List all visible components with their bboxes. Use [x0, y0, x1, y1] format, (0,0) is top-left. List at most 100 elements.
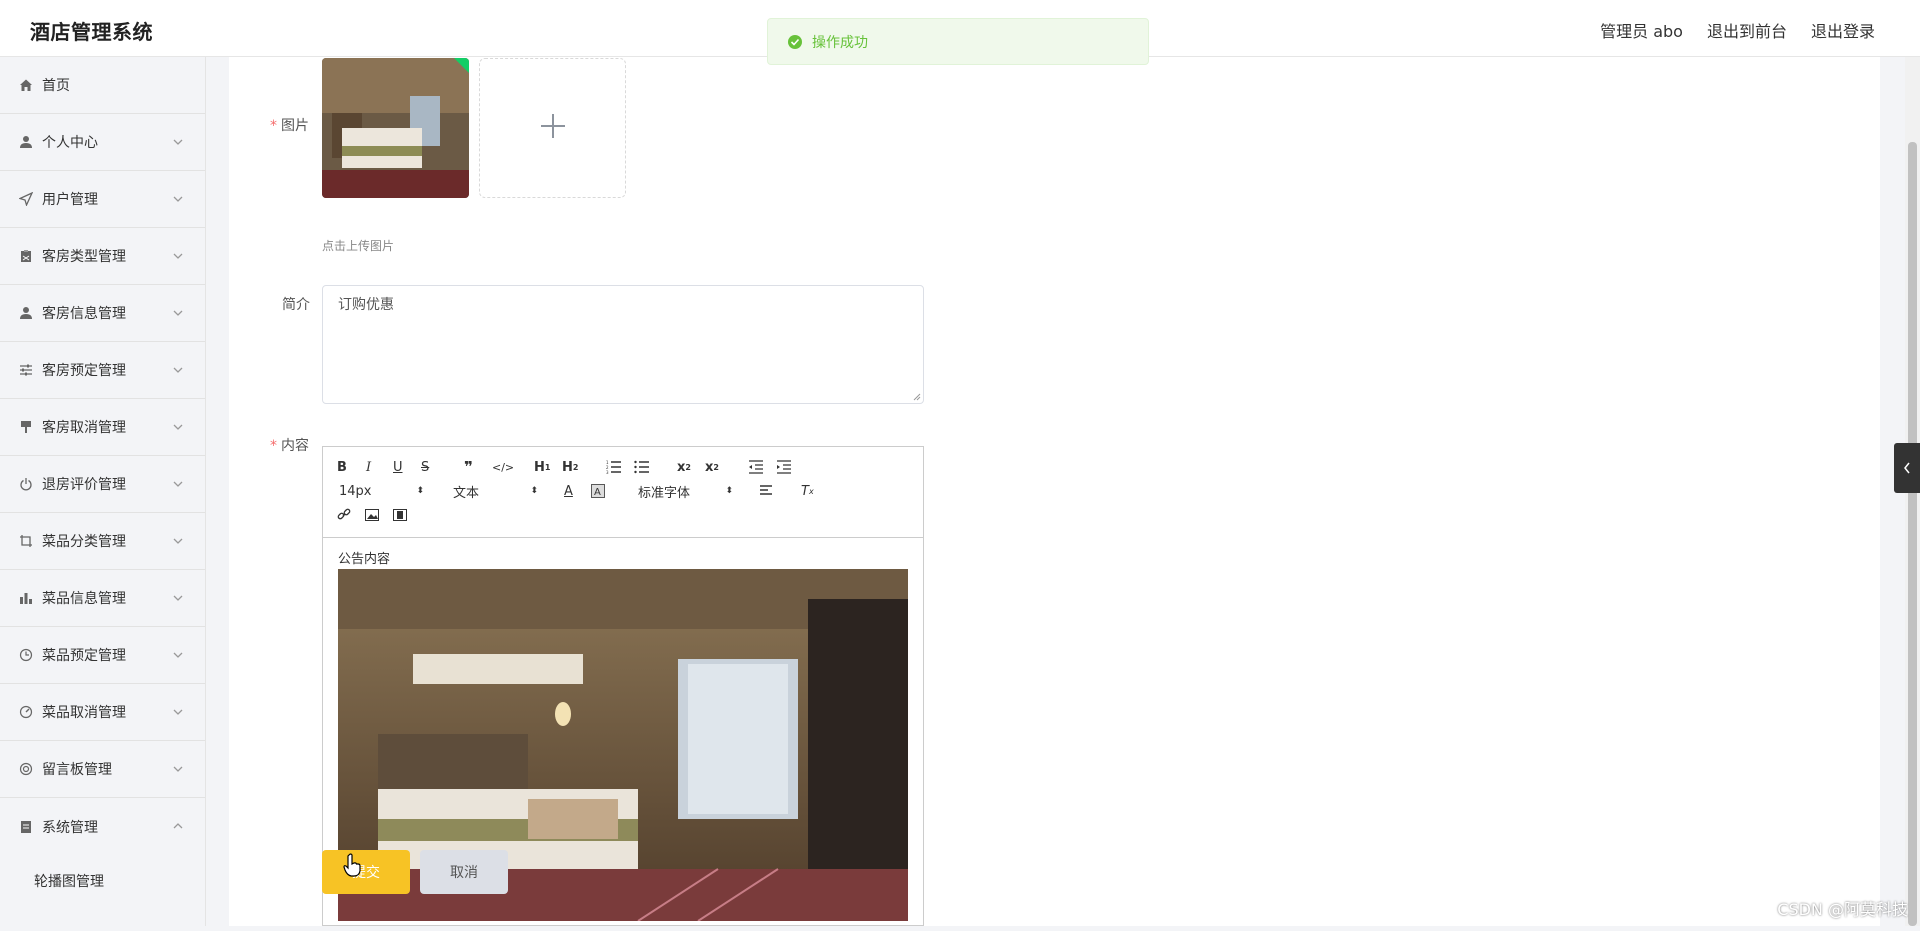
- document-icon: [18, 819, 34, 835]
- heading2-icon[interactable]: H2: [562, 458, 578, 476]
- ordered-list-icon[interactable]: 123: [606, 458, 622, 476]
- sidebar-item-label: 留言板管理: [42, 762, 112, 778]
- check-circle-icon: [788, 34, 802, 49]
- side-panel-toggle[interactable]: [1894, 443, 1920, 493]
- plus-icon: [540, 113, 566, 143]
- link-icon[interactable]: [337, 506, 351, 524]
- crop-icon: [18, 533, 34, 549]
- exit-to-front-link[interactable]: 退出到前台: [1707, 18, 1787, 42]
- chevron-down-icon: [173, 647, 183, 663]
- sidebar-item-users[interactable]: 用户管理: [0, 171, 205, 228]
- chevron-down-icon: [173, 590, 183, 606]
- sidebar-item-label: 客房取消管理: [42, 420, 126, 436]
- superscript-icon[interactable]: x2: [705, 458, 719, 476]
- sidebar-item-label: 个人中心: [42, 135, 98, 151]
- rich-text-editor: B I U S ❞ </> H1 H2 123 x2 x2 14px ⬍ 文本 …: [322, 446, 924, 926]
- video-icon[interactable]: [393, 506, 407, 524]
- underline-icon[interactable]: U: [393, 458, 403, 476]
- sidebar-item-room-cancel[interactable]: 客房取消管理: [0, 399, 205, 456]
- resize-handle-icon[interactable]: [913, 393, 921, 401]
- chevron-left-icon: [1903, 459, 1911, 478]
- chevron-up-icon: [173, 818, 183, 834]
- chevron-down-icon: [173, 305, 183, 321]
- image-field-label: * 图片: [270, 118, 309, 134]
- select-arrows-icon: ⬍: [530, 486, 538, 496]
- chevron-down-icon: [173, 533, 183, 549]
- sidebar-item-label: 菜品取消管理: [42, 705, 126, 721]
- chevron-down-icon: [173, 419, 183, 435]
- svg-text:A: A: [594, 487, 601, 498]
- sidebar-item-room-booking[interactable]: 客房预定管理: [0, 342, 205, 399]
- content-field-label: * 内容: [270, 438, 309, 454]
- bold-icon[interactable]: B: [337, 458, 347, 476]
- code-block-icon[interactable]: </>: [492, 458, 514, 476]
- align-left-icon[interactable]: [759, 482, 773, 500]
- select-arrows-icon: ⬍: [725, 486, 733, 496]
- background-color-icon[interactable]: A: [591, 482, 605, 500]
- brush-icon: [18, 419, 34, 435]
- image-icon[interactable]: [365, 506, 379, 524]
- sidebar-item-message-board[interactable]: 留言板管理: [0, 741, 205, 798]
- toast-message: 操作成功: [812, 34, 868, 51]
- italic-icon[interactable]: I: [366, 458, 371, 476]
- chevron-down-icon: [173, 134, 183, 150]
- font-size-select[interactable]: 14px ⬍: [339, 482, 424, 500]
- heading1-icon[interactable]: H1: [534, 458, 550, 476]
- user-icon: [18, 305, 34, 321]
- text-type-select[interactable]: 文本 ⬍: [453, 482, 538, 501]
- intro-textarea[interactable]: 订购优惠: [322, 285, 924, 404]
- sidebar-item-label: 用户管理: [42, 192, 98, 208]
- outdent-icon[interactable]: [748, 458, 764, 476]
- font-color-icon[interactable]: A: [564, 482, 573, 500]
- sidebar-item-room-info[interactable]: 客房信息管理: [0, 285, 205, 342]
- life-ring-icon: [18, 761, 34, 777]
- home-icon: [18, 77, 34, 93]
- clear-format-icon[interactable]: Tx: [801, 482, 814, 500]
- sidebar-item-system[interactable]: 系统管理: [0, 798, 205, 855]
- sidebar-item-label: 系统管理: [42, 819, 98, 836]
- sidebar-subitem-carousel[interactable]: 轮播图管理: [0, 855, 205, 907]
- hand-cursor-icon: [343, 853, 363, 881]
- send-icon: [18, 191, 34, 207]
- scrollbar-thumb[interactable]: [1908, 142, 1917, 926]
- strikethrough-icon[interactable]: S: [421, 458, 429, 476]
- sidebar-item-dish-cancel[interactable]: 菜品取消管理: [0, 684, 205, 741]
- sidebar-item-dish-booking[interactable]: 菜品预定管理: [0, 627, 205, 684]
- sidebar-item-profile[interactable]: 个人中心: [0, 114, 205, 171]
- chevron-down-icon: [173, 476, 183, 492]
- sidebar-item-dish-info[interactable]: 菜品信息管理: [0, 570, 205, 627]
- bar-chart-icon: [18, 590, 34, 606]
- submit-button[interactable]: 提交: [322, 850, 410, 894]
- success-toast: 操作成功: [767, 18, 1149, 65]
- editor-content-area[interactable]: 公告内容: [323, 538, 923, 931]
- sidebar-item-label: 客房类型管理: [42, 249, 126, 265]
- sidebar-item-dish-category[interactable]: 菜品分类管理: [0, 513, 205, 570]
- sidebar-item-room-type[interactable]: 客房类型管理: [0, 228, 205, 285]
- indent-icon[interactable]: [776, 458, 792, 476]
- header-actions: 管理员 abo 退出到前台 退出登录: [1600, 18, 1875, 42]
- intro-textarea-value: 订购优惠: [338, 297, 394, 313]
- chevron-down-icon: [173, 362, 183, 378]
- required-mark: *: [270, 438, 277, 454]
- sidebar-item-label: 首页: [42, 78, 70, 94]
- chevron-down-icon: [173, 248, 183, 264]
- font-family-select[interactable]: 标准字体 ⬍: [638, 482, 733, 501]
- chevron-down-icon: [173, 761, 183, 777]
- clock-icon: [18, 647, 34, 663]
- intro-field-label: 简介: [282, 297, 310, 313]
- chevron-down-icon: [173, 191, 183, 207]
- sidebar-item-home[interactable]: 首页: [0, 57, 205, 114]
- cancel-button[interactable]: 取消: [420, 850, 508, 894]
- sliders-icon: [18, 362, 34, 378]
- logout-link[interactable]: 退出登录: [1811, 18, 1875, 42]
- bullet-list-icon[interactable]: [634, 458, 650, 476]
- sidebar-item-label: 菜品分类管理: [42, 534, 126, 550]
- uploaded-image-thumbnail[interactable]: [322, 58, 469, 198]
- image-upload-button[interactable]: [479, 58, 626, 198]
- watermark: CSDN @阿莫科技: [1777, 900, 1908, 919]
- sidebar-item-label: 菜品预定管理: [42, 648, 126, 664]
- sidebar-item-checkout-review[interactable]: 退房评价管理: [0, 456, 205, 513]
- subscript-icon[interactable]: x2: [677, 458, 691, 476]
- blockquote-icon[interactable]: ❞: [464, 458, 473, 476]
- editor-content-text: 公告内容: [338, 552, 391, 567]
